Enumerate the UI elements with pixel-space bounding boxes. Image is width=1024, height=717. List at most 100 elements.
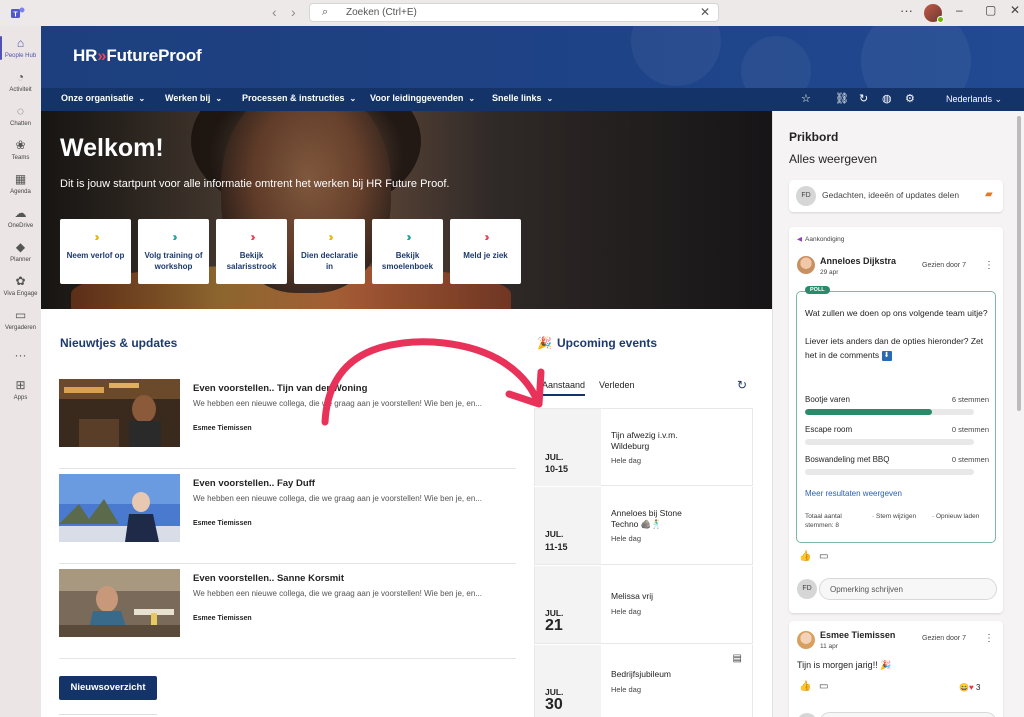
back-arrow-icon[interactable]: ‹: [272, 4, 277, 20]
avatar[interactable]: [797, 256, 815, 274]
quicklink-verlof[interactable]: ›› Neem verlof op: [60, 219, 131, 284]
comment-input[interactable]: Opmerking schrijven: [819, 712, 997, 717]
calendar-icon: ▦: [14, 172, 27, 186]
nav-item-snelle-links[interactable]: Snelle links ⌄: [492, 93, 553, 103]
refresh-events-icon[interactable]: ↻: [737, 378, 747, 392]
hero-subtitle: Dit is jouw startpunt voor alle informat…: [60, 178, 450, 190]
more-results-link[interactable]: Meer resultaten weergeven: [805, 489, 902, 498]
more-options-icon[interactable]: ⋮: [984, 260, 994, 271]
double-chevron-icon: ››: [484, 230, 490, 244]
rail-item-people-hub[interactable]: ⌂ People Hub: [0, 32, 41, 68]
event-card[interactable]: JUL. 21 Melissa vrij Hele dag: [534, 566, 753, 644]
event-card[interactable]: JUL. 11-15 Anneloes bij Stone Techno 🪨🕺 …: [534, 487, 753, 565]
user-avatar[interactable]: [924, 4, 944, 23]
news-section-title: Nieuwtjes & updates: [60, 336, 178, 350]
reload-link[interactable]: · Opnieuw laden: [932, 512, 982, 521]
site-logo[interactable]: HR»FutureProof: [73, 46, 202, 66]
reactions-summary[interactable]: 😄♥ 3: [959, 683, 980, 692]
view-all-link[interactable]: Alles weergeven: [789, 152, 877, 166]
maximize-button[interactable]: ▢: [985, 3, 996, 17]
link-icon[interactable]: ⛓: [835, 92, 849, 105]
video-icon: ▭: [14, 308, 27, 322]
nav-item-werken-bij[interactable]: Werken bij ⌄: [165, 93, 222, 103]
rail-item-apps[interactable]: ⊞ Apps: [0, 374, 41, 410]
total-votes: Totaal aantal stemmen: 8: [805, 513, 842, 529]
language-selector[interactable]: Nederlands ⌄: [946, 94, 1002, 105]
news-overview-button[interactable]: Nieuwsoverzicht: [59, 676, 157, 700]
news-item[interactable]: Even voorstellen.. Fay Duff We hebben ee…: [59, 474, 516, 564]
like-icon[interactable]: 👍: [799, 551, 811, 562]
news-item[interactable]: Even voorstellen.. Sanne Korsmit We hebb…: [59, 569, 516, 659]
cloud-icon: ☁: [14, 206, 27, 220]
comment-input[interactable]: Opmerking schrijven: [819, 578, 997, 600]
comment-icon[interactable]: ▭: [819, 681, 828, 692]
settings-icon[interactable]: ⚙: [905, 92, 915, 105]
rail-item-chatten[interactable]: ◌ Chatten: [0, 100, 41, 136]
quicklink-training[interactable]: ›› Volg training of workshop: [138, 219, 209, 284]
tab-aanstaand[interactable]: Aanstaand: [542, 380, 586, 396]
nav-item-leidinggevenden[interactable]: Voor leidinggevenden ⌄: [370, 93, 475, 103]
info-icon: ⬇: [881, 350, 892, 361]
calendar-icon[interactable]: ▤: [733, 653, 742, 664]
rail-item-onedrive[interactable]: ☁ OneDrive: [0, 202, 41, 238]
news-thumbnail: [59, 474, 180, 542]
more-options-icon[interactable]: ⋮: [984, 633, 994, 644]
planner-icon: ◆: [15, 240, 26, 254]
comment-icon[interactable]: ▭: [819, 551, 828, 562]
poll-bar: [805, 469, 974, 475]
events-section-title: Upcoming events: [557, 336, 658, 350]
more-options-button[interactable]: ···: [900, 3, 913, 18]
tab-verleden[interactable]: Verleden: [599, 380, 635, 390]
clear-search-icon[interactable]: ✕: [700, 5, 710, 19]
search-icon: ⌕: [322, 6, 329, 18]
event-date: JUL. 30: [535, 645, 601, 717]
refresh-icon[interactable]: ↻: [859, 92, 868, 105]
forward-arrow-icon[interactable]: ›: [291, 4, 296, 20]
event-card[interactable]: JUL. 30 ▤ Bedrijfsjubileum Hele dag: [534, 645, 753, 717]
hero-title: Welkom!: [60, 134, 164, 162]
rail-more-button[interactable]: ···: [0, 344, 41, 362]
rail-item-planner[interactable]: ◆ Planner: [0, 236, 41, 272]
rail-item-vergaderen[interactable]: ▭ Vergaderen: [0, 304, 41, 340]
site-header: HR»FutureProof: [41, 26, 1024, 88]
scrollbar[interactable]: [1017, 116, 1021, 411]
nav-item-onze-organisatie[interactable]: Onze organisatie ⌄: [61, 93, 145, 103]
rail-item-agenda[interactable]: ▦ Agenda: [0, 168, 41, 204]
rail-item-activiteit[interactable]: ◔ Activiteit: [0, 66, 41, 102]
poll-badge: POLL: [805, 286, 830, 294]
post-composer[interactable]: FD Gedachten, ideeën of updates delen ▰: [789, 180, 1003, 212]
rail-item-viva-engage[interactable]: ✿ Viva Engage: [0, 270, 41, 306]
main-content: HR»FutureProof Onze organisatie ⌄ Werken …: [41, 26, 1024, 717]
double-chevron-icon: ››: [250, 230, 256, 244]
post-type-icon[interactable]: ▰: [985, 189, 993, 200]
quicklink-ziek[interactable]: ›› Meld je ziek: [450, 219, 521, 284]
close-window-button[interactable]: ✕: [1010, 3, 1020, 17]
prikbord-title: Prikbord: [789, 130, 839, 144]
home-icon: ⌂: [16, 36, 25, 50]
more-icon: ···: [14, 348, 27, 362]
post-text: Tijn is morgen jarig!! 🎉: [797, 660, 892, 670]
avatar: FD: [797, 713, 817, 717]
quicklink-salarisstrook[interactable]: ›› Bekijk salarisstrook: [216, 219, 287, 284]
quicklink-smoelenboek[interactable]: ›› Bekijk smoelenboek: [372, 219, 443, 284]
event-card[interactable]: JUL. 10-15 Tijn afwezig i.v.m. Wildeburg…: [534, 408, 753, 486]
globe-icon[interactable]: ◍: [882, 92, 892, 105]
double-chevron-icon: ››: [94, 230, 100, 244]
bell-icon: ◔: [16, 70, 25, 84]
header-decoration: [861, 26, 971, 88]
avatar[interactable]: [797, 631, 815, 649]
announcement-tag: ◀ Aankondiging: [797, 236, 845, 243]
minimize-button[interactable]: –: [956, 3, 963, 17]
news-item[interactable]: Even voorstellen.. Tijn van der Woning W…: [59, 379, 516, 469]
presence-available-icon: [937, 16, 944, 23]
change-vote-link[interactable]: · Stem wijzigen: [872, 512, 922, 521]
news-photo-1: [59, 379, 180, 447]
poll-bar: [805, 409, 974, 415]
heart-icon: ♥: [968, 683, 974, 692]
search-input[interactable]: ⌕ Zoeken (Ctrl+E) ✕: [309, 3, 719, 22]
nav-item-processen[interactable]: Processen & instructies ⌄: [242, 93, 356, 103]
favorite-star-icon[interactable]: ☆: [801, 92, 811, 105]
like-icon[interactable]: 👍: [799, 681, 811, 692]
rail-item-teams[interactable]: ❀ Teams: [0, 134, 41, 170]
quicklink-declaratie[interactable]: ›› Dien declaratie in: [294, 219, 365, 284]
